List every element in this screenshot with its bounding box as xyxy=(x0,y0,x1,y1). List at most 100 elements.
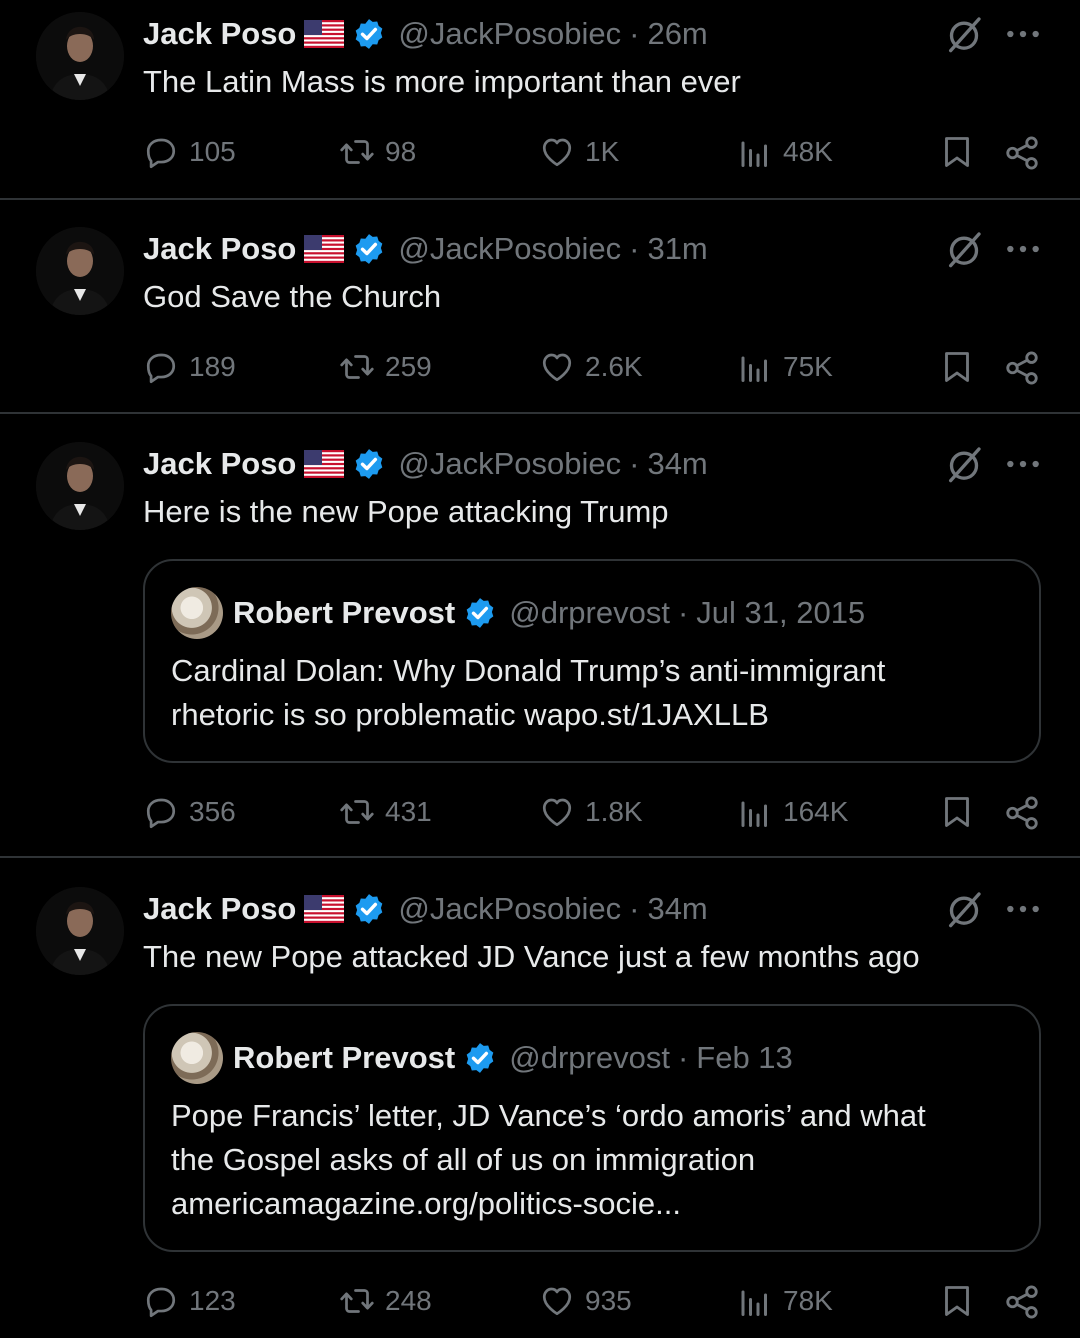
author-name[interactable]: Jack Poso xyxy=(143,891,296,927)
grok-slash-icon[interactable] xyxy=(944,14,984,54)
separator-dot: · xyxy=(677,1040,689,1075)
tweet-text: Here is the new Pope attacking Trump xyxy=(143,494,669,529)
view-count: 48K xyxy=(783,136,833,167)
like-count: 935 xyxy=(585,1285,632,1316)
action-bar: 356 431 1.8K 164K xyxy=(143,790,1043,834)
repost-button[interactable]: 431 xyxy=(339,790,432,834)
quoted-author-name: Robert Prevost xyxy=(233,595,456,630)
repost-count: 98 xyxy=(385,136,417,167)
quoted-tweet[interactable]: Robert Prevost @drprevost · Feb 13 Pope … xyxy=(143,1004,1041,1252)
tweet-2[interactable]: Jack Poso @JackPosobiec · 31m God Save t… xyxy=(0,200,1080,412)
share-icon[interactable] xyxy=(1003,134,1041,172)
reply-button[interactable]: 123 xyxy=(143,1279,236,1323)
ellipsis-icon[interactable] xyxy=(1004,229,1042,269)
views-button[interactable]: 48K xyxy=(737,130,833,174)
quoted-link[interactable]: americamagazine.org/politics-socie... xyxy=(171,1182,1021,1226)
share-icon[interactable] xyxy=(1003,349,1041,387)
bookmark-icon[interactable] xyxy=(939,1283,975,1319)
tweet-text: God Save the Church xyxy=(143,279,442,314)
speech-bubble-icon xyxy=(143,1283,179,1319)
author-handle[interactable]: @JackPosobiec xyxy=(398,16,621,52)
tweet-3[interactable]: Jack Poso @JackPosobiec · 34m Here is th… xyxy=(0,414,1080,856)
timestamp[interactable]: 34m xyxy=(647,446,707,482)
reply-count: 189 xyxy=(189,351,236,382)
verified-badge-icon[interactable] xyxy=(352,17,386,51)
ellipsis-icon[interactable] xyxy=(1004,14,1042,54)
tweet-header: Jack Poso @JackPosobiec · 34m xyxy=(143,889,708,929)
us-flag-icon xyxy=(304,895,344,923)
us-flag-icon xyxy=(304,20,344,48)
view-count: 78K xyxy=(783,1285,833,1316)
heart-icon xyxy=(539,134,575,170)
author-name[interactable]: Jack Poso xyxy=(143,446,296,482)
author-name[interactable]: Jack Poso xyxy=(143,16,296,52)
timestamp[interactable]: 34m xyxy=(647,891,707,927)
verified-badge-icon xyxy=(463,1041,497,1075)
repost-arrows-icon xyxy=(339,349,375,385)
author-handle[interactable]: @JackPosobiec xyxy=(398,231,621,267)
like-count: 1.8K xyxy=(585,796,643,827)
like-button[interactable]: 2.6K xyxy=(539,345,643,389)
quoted-avatar xyxy=(171,1032,223,1084)
quoted-author-handle: @drprevost xyxy=(509,1040,670,1075)
verified-badge-icon[interactable] xyxy=(352,447,386,481)
verified-badge-icon[interactable] xyxy=(352,232,386,266)
bar-chart-icon xyxy=(737,794,773,830)
quoted-text-line: rhetoric is so problematic wapo.st/1JAXL… xyxy=(171,697,769,732)
timestamp[interactable]: 31m xyxy=(647,231,707,267)
like-button[interactable]: 935 xyxy=(539,1279,632,1323)
reply-button[interactable]: 356 xyxy=(143,790,236,834)
timestamp[interactable]: 26m xyxy=(647,16,707,52)
tweet-1[interactable]: Jack Poso @JackPosobiec · 26m The Latin … xyxy=(0,0,1080,198)
grok-slash-icon[interactable] xyxy=(944,889,984,929)
share-icon[interactable] xyxy=(1003,1283,1041,1321)
share-icon[interactable] xyxy=(1003,794,1041,832)
reply-button[interactable]: 105 xyxy=(143,130,236,174)
ellipsis-icon[interactable] xyxy=(1004,889,1042,929)
verified-badge-icon xyxy=(463,596,497,630)
reply-count: 105 xyxy=(189,136,236,167)
bookmark-icon[interactable] xyxy=(939,349,975,385)
heart-icon xyxy=(539,794,575,830)
quoted-tweet[interactable]: Robert Prevost @drprevost · Jul 31, 2015… xyxy=(143,559,1041,763)
quoted-header: Robert Prevost @drprevost · Feb 13 xyxy=(233,1038,793,1078)
action-bar: 105 98 1K 48K xyxy=(143,130,1043,174)
quoted-text-line: Cardinal Dolan: Why Donald Trump’s anti-… xyxy=(171,653,886,688)
avatar[interactable] xyxy=(36,227,124,315)
grok-slash-icon[interactable] xyxy=(944,229,984,269)
repost-button[interactable]: 248 xyxy=(339,1279,432,1323)
views-button[interactable]: 78K xyxy=(737,1279,833,1323)
tweet-text: The Latin Mass is more important than ev… xyxy=(143,64,741,99)
view-count: 164K xyxy=(783,796,849,827)
like-count: 2.6K xyxy=(585,351,643,382)
reply-button[interactable]: 189 xyxy=(143,345,236,389)
ellipsis-icon[interactable] xyxy=(1004,444,1042,484)
author-name[interactable]: Jack Poso xyxy=(143,231,296,267)
repost-button[interactable]: 259 xyxy=(339,345,432,389)
quoted-timestamp: Feb 13 xyxy=(696,1040,793,1075)
quoted-text-line: the Gospel asks of all of us on immigrat… xyxy=(171,1142,756,1177)
us-flag-icon xyxy=(304,450,344,478)
avatar[interactable] xyxy=(36,12,124,100)
bookmark-icon[interactable] xyxy=(939,794,975,830)
repost-button[interactable]: 98 xyxy=(339,130,416,174)
quoted-header: Robert Prevost @drprevost · Jul 31, 2015 xyxy=(233,593,865,633)
repost-count: 431 xyxy=(385,796,432,827)
like-button[interactable]: 1.8K xyxy=(539,790,643,834)
avatar[interactable] xyxy=(36,442,124,530)
verified-badge-icon[interactable] xyxy=(352,892,386,926)
views-button[interactable]: 75K xyxy=(737,345,833,389)
like-button[interactable]: 1K xyxy=(539,130,619,174)
tweet-4[interactable]: Jack Poso @JackPosobiec · 34m The new Po… xyxy=(0,858,1080,1338)
quoted-text-line: Pope Francis’ letter, JD Vance’s ‘ordo a… xyxy=(171,1098,926,1133)
avatar[interactable] xyxy=(36,887,124,975)
author-handle[interactable]: @JackPosobiec xyxy=(398,446,621,482)
speech-bubble-icon xyxy=(143,134,179,170)
quoted-author-name: Robert Prevost xyxy=(233,1040,456,1075)
repost-arrows-icon xyxy=(339,1283,375,1319)
author-handle[interactable]: @JackPosobiec xyxy=(398,891,621,927)
bookmark-icon[interactable] xyxy=(939,134,975,170)
grok-slash-icon[interactable] xyxy=(944,444,984,484)
quoted-author-handle: @drprevost xyxy=(509,595,670,630)
views-button[interactable]: 164K xyxy=(737,790,848,834)
